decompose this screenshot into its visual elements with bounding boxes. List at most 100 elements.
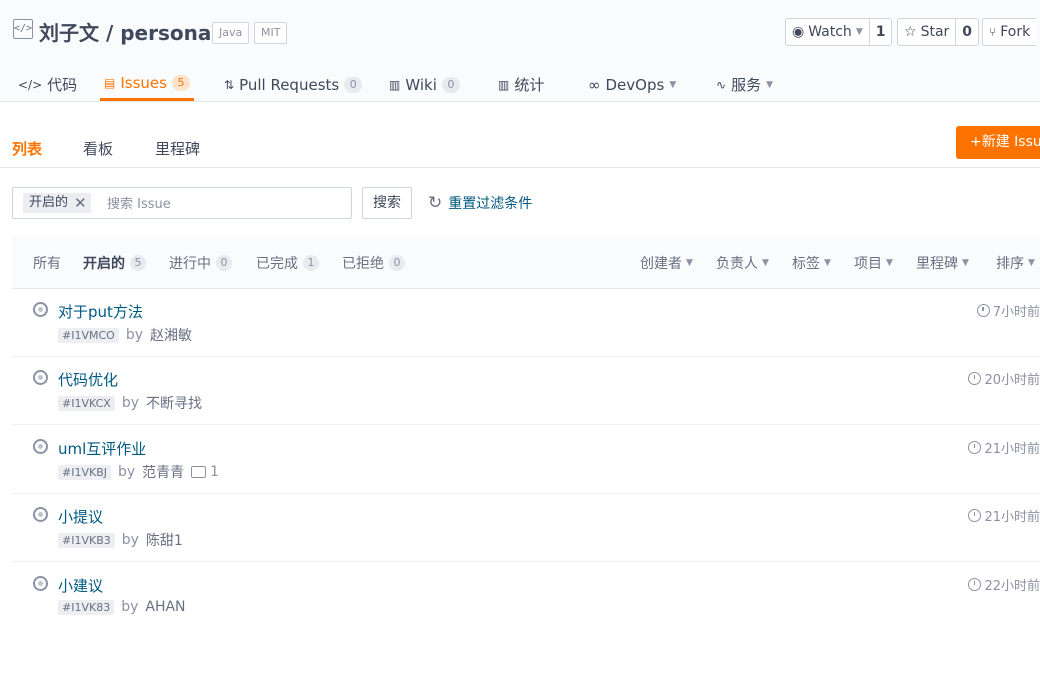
- tab-wiki-label: Wiki: [405, 75, 437, 94]
- by-label: by: [121, 599, 139, 615]
- issue-time-label: 22小时前: [984, 579, 1040, 594]
- comment-icon: [191, 466, 207, 478]
- issue-title[interactable]: 小提议: [58, 506, 103, 527]
- issue-time: 21小时前: [968, 506, 1040, 525]
- chevron-down-icon: ▼: [886, 258, 893, 268]
- issue-id[interactable]: #I1VKB3: [58, 532, 115, 548]
- issue-author[interactable]: 赵湘敏: [150, 325, 192, 345]
- tab-services[interactable]: ∿ 服务 ▼: [716, 68, 773, 101]
- close-icon[interactable]: ✕: [74, 193, 87, 213]
- label-label: 标签: [792, 256, 820, 272]
- filter-milestone-dropdown[interactable]: 里程碑 ▼: [916, 253, 969, 273]
- filter-chip-label: 开启的: [29, 195, 69, 210]
- star-button[interactable]: ☆ Star 0: [897, 18, 980, 46]
- by-label: by: [121, 395, 139, 411]
- pull-request-icon: ⇅: [224, 77, 235, 92]
- clock-icon: [976, 304, 990, 317]
- license-tag[interactable]: MIT: [254, 22, 288, 44]
- code-icon: </>: [18, 77, 43, 92]
- issue-id[interactable]: #I1VKCX: [58, 395, 115, 411]
- list-item: 代码优化 #I1VKCX by 不断寻找 20小时前: [12, 356, 1040, 425]
- star-label: Star: [920, 24, 950, 40]
- filter-label-dropdown[interactable]: 标签 ▼: [792, 253, 831, 273]
- state-rejected[interactable]: 已拒绝 0: [342, 253, 405, 273]
- new-issue-button[interactable]: +新建 Issue: [956, 126, 1040, 159]
- tab-code-label: 代码: [47, 76, 78, 94]
- issue-title[interactable]: uml互评作业: [58, 438, 146, 459]
- issue-time: 22小时前: [968, 575, 1040, 594]
- state-open-label: 开启的: [83, 256, 125, 272]
- issue-title[interactable]: 小建议: [58, 575, 103, 596]
- watch-button[interactable]: ◉ Watch ▼ 1: [785, 18, 893, 46]
- state-progress-label: 进行中: [169, 256, 211, 272]
- filter-project-dropdown[interactable]: 项目 ▼: [854, 253, 893, 273]
- chevron-down-icon: ▼: [1028, 258, 1035, 268]
- subtab-milestone[interactable]: 里程碑: [155, 138, 200, 159]
- clock-icon: [968, 578, 982, 591]
- state-progress[interactable]: 进行中 0: [169, 253, 232, 273]
- repo-title[interactable]: 刘子文 / personal: [39, 17, 218, 46]
- issue-id[interactable]: #I1VMCO: [58, 327, 119, 343]
- chevron-down-icon: ▼: [766, 79, 773, 90]
- by-label: by: [121, 532, 139, 548]
- state-open[interactable]: 开启的 5: [83, 253, 146, 273]
- chevron-down-icon: ▼: [824, 258, 831, 268]
- clock-icon: [968, 441, 982, 454]
- subtab-board[interactable]: 看板: [83, 138, 113, 159]
- filter-creator-dropdown[interactable]: 创建者 ▼: [640, 253, 693, 273]
- fork-label: Fork: [1000, 24, 1031, 40]
- chevron-down-icon: ▼: [686, 258, 693, 268]
- tab-code[interactable]: </> 代码: [18, 68, 77, 101]
- wiki-count-badge: 0: [441, 76, 460, 93]
- language-tag[interactable]: Java: [212, 22, 250, 44]
- sort-dropdown[interactable]: 排序 ▼: [996, 253, 1035, 273]
- state-done-label: 已完成: [256, 256, 298, 272]
- reset-filter-label: 重置过滤条件: [448, 196, 533, 212]
- watch-count[interactable]: 1: [868, 19, 892, 45]
- chevron-down-icon: ▼: [669, 79, 677, 90]
- issue-time: 21小时前: [968, 438, 1040, 457]
- filter-assignee-dropdown[interactable]: 负责人 ▼: [716, 253, 769, 273]
- project-label: 项目: [854, 256, 882, 272]
- tab-issues[interactable]: ▤ Issues 5: [100, 68, 194, 101]
- issue-id[interactable]: #I1VKBJ: [58, 464, 111, 480]
- watch-label: Watch: [808, 24, 852, 40]
- tab-pull-requests[interactable]: ⇅ Pull Requests 0: [224, 68, 363, 101]
- bar-chart-icon: ▥: [498, 77, 510, 92]
- pulls-count-badge: 0: [344, 76, 363, 93]
- state-all[interactable]: 所有: [33, 253, 61, 273]
- by-label: by: [125, 327, 143, 343]
- list-item: 对于put方法 #I1VMCO by 赵湘敏 7小时前: [12, 288, 1040, 357]
- issue-author[interactable]: AHAN: [145, 599, 185, 615]
- comment-count[interactable]: 1: [191, 464, 219, 480]
- issue-author[interactable]: 范青青: [142, 462, 184, 482]
- issue-title[interactable]: 代码优化: [58, 369, 118, 390]
- star-count[interactable]: 0: [955, 19, 978, 45]
- divider: [0, 167, 1040, 168]
- issue-id[interactable]: #I1VK83: [58, 599, 115, 615]
- filter-chip-open[interactable]: 开启的 ✕: [23, 193, 91, 213]
- state-done[interactable]: 已完成 1: [256, 253, 319, 273]
- issue-author[interactable]: 陈甜1: [146, 530, 183, 550]
- tab-devops-label: DevOps: [605, 75, 665, 94]
- tab-devops[interactable]: ∞ DevOps ▼: [588, 68, 676, 101]
- search-input[interactable]: [105, 192, 339, 216]
- book-icon: ▥: [389, 77, 401, 92]
- filter-box[interactable]: 开启的 ✕: [12, 187, 352, 219]
- list-item: 小建议 #I1VK83 by AHAN 22小时前: [12, 562, 1040, 630]
- clock-icon: [968, 372, 982, 385]
- issue-author[interactable]: 不断寻找: [146, 393, 202, 413]
- issue-time-label: 20小时前: [984, 373, 1040, 388]
- issue-title[interactable]: 对于put方法: [58, 301, 143, 322]
- tab-wiki[interactable]: ▥ Wiki 0: [389, 68, 460, 101]
- subtab-list[interactable]: 列表: [12, 138, 42, 159]
- issue-open-icon: [33, 370, 48, 385]
- sort-label: 排序: [996, 256, 1024, 272]
- fork-button[interactable]: ⑂ Fork: [982, 18, 1037, 46]
- rejected-count-badge: 0: [389, 255, 405, 271]
- list-item: uml互评作业 #I1VKBJ by 范青青 1 21小时前: [12, 425, 1040, 494]
- reset-filter-link[interactable]: ↻ 重置过滤条件: [428, 193, 532, 213]
- tab-stats[interactable]: ▥ 统计: [498, 68, 544, 101]
- search-button[interactable]: 搜索: [362, 187, 412, 219]
- issue-open-icon: [33, 507, 48, 522]
